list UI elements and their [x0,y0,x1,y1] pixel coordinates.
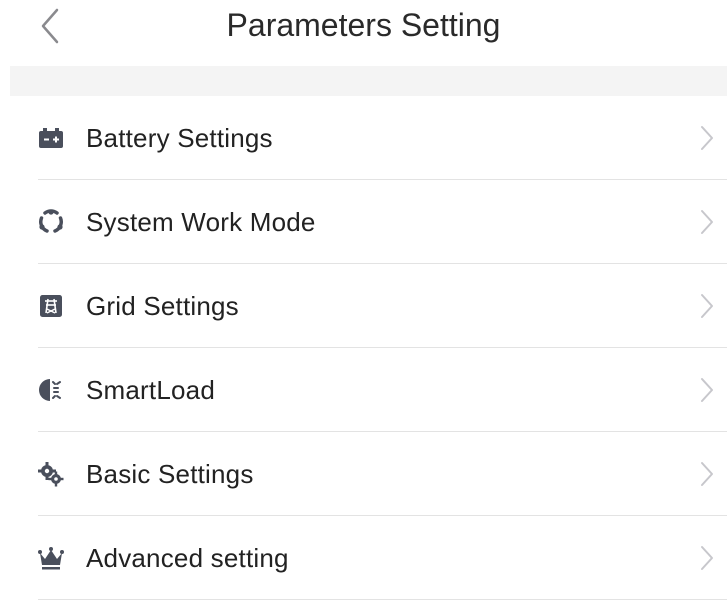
menu-item-label: Advanced setting [86,542,289,573]
menu-item-system-work-mode[interactable]: System Work Mode [10,180,727,264]
chevron-right-icon [697,375,717,405]
menu-item-battery-settings[interactable]: Battery Settings [10,96,727,180]
menu-item-basic-settings[interactable]: Basic Settings [10,432,727,516]
menu-item-label: Grid Settings [86,290,239,321]
crown-icon [36,543,66,573]
menu-item-label: System Work Mode [86,206,316,237]
menu-item-grid-settings[interactable]: Grid Settings [10,264,727,348]
chevron-right-icon [697,543,717,573]
section-spacer [10,66,727,96]
gears-icon [36,459,66,489]
page-title: Parameters Setting [226,7,501,43]
smartload-icon [36,375,66,405]
menu-item-smartload[interactable]: SmartLoad [10,348,727,432]
menu-item-advanced-setting[interactable]: Advanced setting [10,516,727,600]
settings-menu-list: Battery Settings System Work Mode Grid S… [10,96,727,600]
menu-item-label: Battery Settings [86,122,273,153]
divider [38,599,727,600]
menu-item-label: Basic Settings [86,458,254,489]
chevron-right-icon [697,123,717,153]
nav-bar: Parameters Setting [0,0,727,64]
chevron-right-icon [697,459,717,489]
menu-item-label: SmartLoad [86,374,215,405]
chevron-right-icon [697,291,717,321]
battery-icon [36,123,66,153]
cycle-icon [36,207,66,237]
grid-tower-icon [36,291,66,321]
chevron-right-icon [697,207,717,237]
